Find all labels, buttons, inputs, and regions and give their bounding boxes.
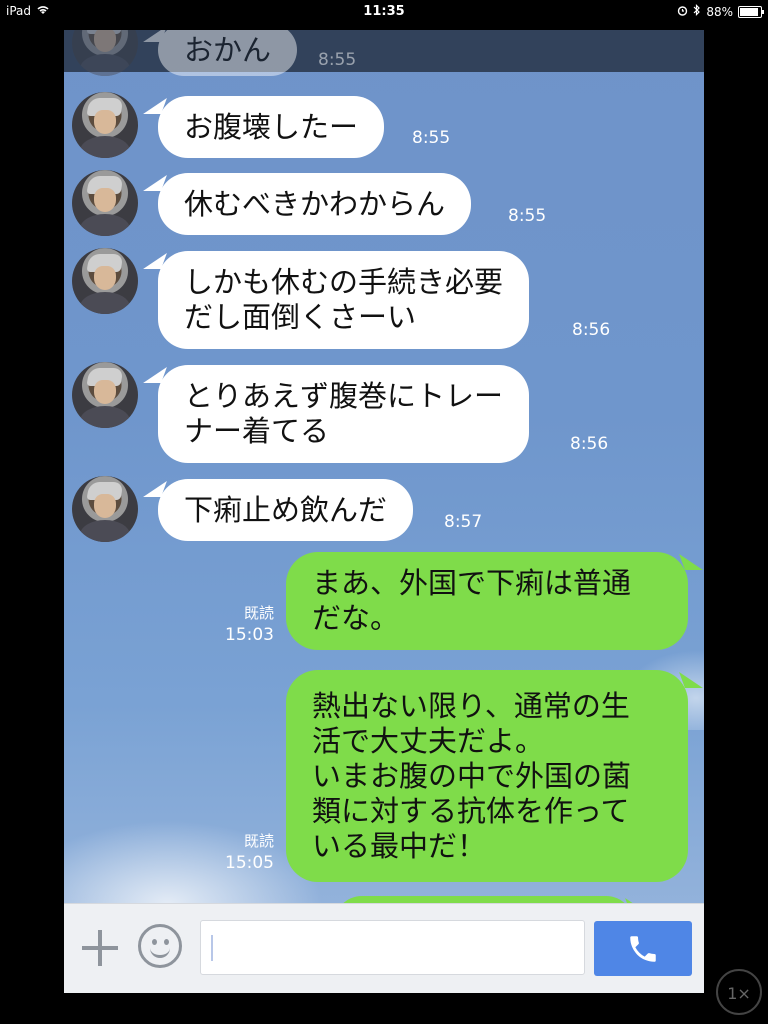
zoom-badge[interactable]: 1× [716,969,762,1015]
message-line: 類に対する抗体を作って [312,793,630,828]
message-bubble-incoming[interactable]: お腹壊したー [158,96,385,158]
message-line: とりあえず腹巻にトレー [184,379,504,413]
battery-icon [738,5,764,18]
message-line: ナー着てる [184,414,330,448]
message-bubble-incoming[interactable]: とりあえず腹巻にトレー ナー着てる [158,365,530,463]
avatar[interactable] [72,476,138,542]
message-line: 活で大丈夫だよ。 [312,723,545,758]
plus-icon[interactable] [80,928,120,968]
battery-percent: 88% [706,4,733,19]
message-bubble-incoming[interactable]: おかん [158,30,298,76]
message-time: 8:56 [572,320,611,340]
message-time: 8:56 [570,434,609,454]
avatar[interactable] [72,170,138,236]
bluetooth-icon [693,4,701,19]
message-text: おかん [184,32,272,67]
message-time: 8:55 [318,50,357,70]
message-line: 熱出ない限り、通常の生 [312,688,630,723]
message-time: 15:03 [225,625,274,645]
read-receipt: 既読 [243,604,274,622]
message-time: 8:55 [412,128,451,148]
chat-area[interactable]: おかん 8:55 お腹壊したー 8:55 休むべきかわからん 8:55 しかも休… [64,30,704,992]
text-cursor [211,935,213,961]
message-text: 休むべきかわからん [184,186,446,221]
avatar[interactable] [72,248,138,314]
status-time: 11:35 [363,4,405,19]
message-line: しかも休むの手続き必要 [184,265,504,299]
input-bar [64,903,704,993]
message-meta: 既読 15:05 [214,830,274,874]
avatar[interactable] [72,30,138,76]
message-time: 15:05 [225,853,274,873]
message-bubble-outgoing[interactable]: まあ、外国で下痢は普通 だな。 [286,552,688,650]
message-text: 下痢止め飲んだ [184,492,388,527]
message-line: だな。 [312,601,400,635]
message-line: いる最中だ！ [312,828,487,863]
message-time: 8:55 [508,206,547,226]
message-bubble-incoming[interactable]: しかも休むの手続き必要 だし面倒くさーい [158,251,530,349]
read-receipt: 既読 [243,832,274,850]
message-line: まあ、外国で下痢は普通 [312,566,632,600]
battery-fill [740,7,758,16]
smiley-icon[interactable] [138,924,182,968]
message-bubble-outgoing[interactable]: 熱出ない限り、通常の生 活で大丈夫だよ。 いまお腹の中で外国の菌 類に対する抗体… [286,670,688,882]
message-line: いまお腹の中で外国の菌 [312,758,632,793]
alarm-icon [677,5,688,19]
avatar[interactable] [72,92,138,158]
call-button[interactable] [594,921,692,976]
status-bar: iPad 11:35 88% [0,0,768,22]
message-meta: 既読 15:03 [214,602,274,646]
avatar[interactable] [72,362,138,428]
phone-icon [630,936,656,962]
message-line: だし面倒くさーい [184,300,417,334]
message-time: 8:57 [444,512,483,532]
message-text: お腹壊したー [184,109,359,144]
message-input[interactable] [200,920,585,975]
message-bubble-incoming[interactable]: 下痢止め飲んだ [158,479,414,541]
message-bubble-incoming[interactable]: 休むべきかわからん [158,173,472,235]
